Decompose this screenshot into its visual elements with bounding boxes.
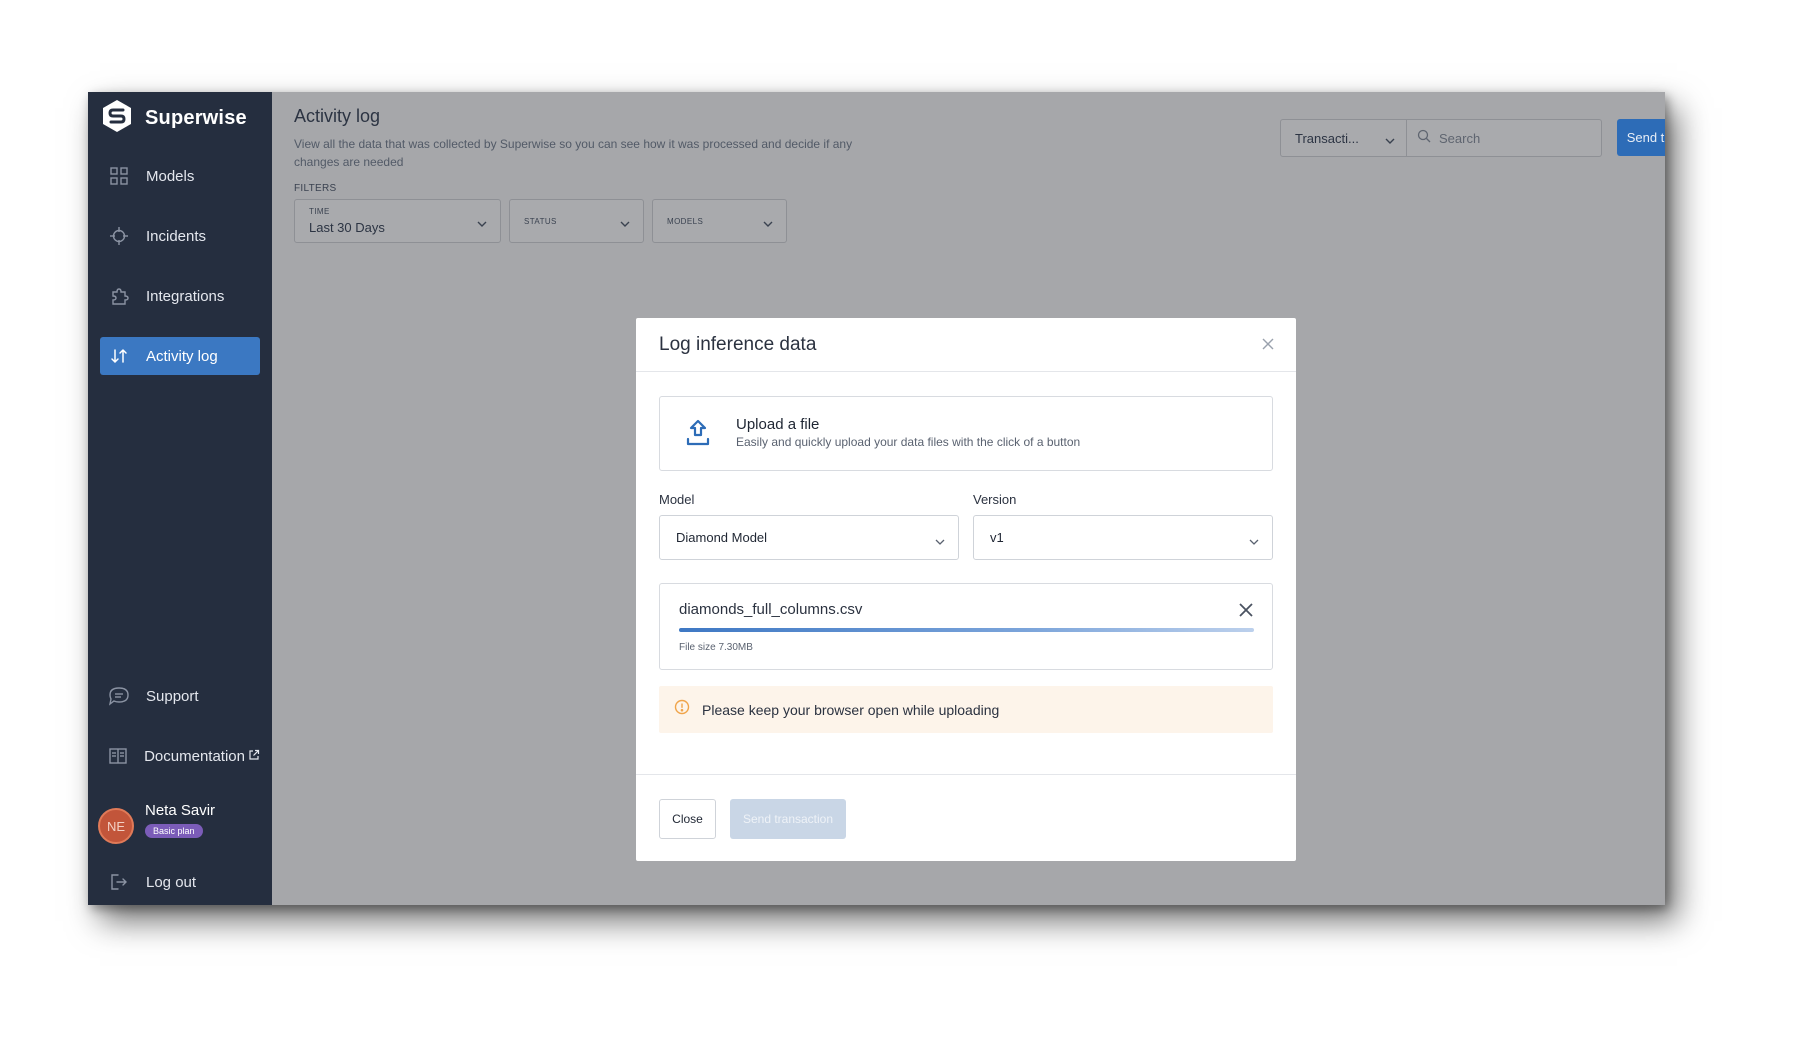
filter-models[interactable]: MODELS: [652, 199, 787, 243]
remove-file-icon[interactable]: [1238, 602, 1254, 618]
model-select[interactable]: Diamond Model: [659, 515, 959, 560]
file-name: diamonds_full_columns.csv: [679, 601, 863, 618]
logout-button[interactable]: Log out: [100, 863, 260, 901]
search-box: [1407, 119, 1602, 157]
sidebar-item-label: Models: [146, 167, 195, 185]
page-title: Activity log: [294, 106, 381, 126]
sidebar: Superwise Models Incidents Integrations …: [88, 92, 272, 905]
chevron-down-icon: [619, 215, 631, 233]
upload-warning: Please keep your browser open while uplo…: [659, 686, 1273, 733]
sidebar-item-label: Incidents: [146, 227, 207, 245]
sidebar-item-label: Activity log: [146, 347, 218, 365]
grid-icon: [108, 165, 130, 187]
chevron-down-icon: [476, 215, 488, 233]
close-button[interactable]: Close: [659, 799, 716, 839]
model-select-value: Diamond Model: [676, 530, 768, 545]
plan-badge: Basic plan: [145, 824, 203, 838]
filter-value: Last 30 Days: [309, 220, 385, 235]
sidebar-item-models[interactable]: Models: [100, 157, 260, 195]
logout-label: Log out: [146, 873, 197, 891]
filters-label: FILTERS: [294, 183, 337, 194]
crosshair-icon: [108, 225, 130, 247]
user-info: Neta Savir Basic plan: [145, 800, 215, 839]
filter-status[interactable]: STATUS: [509, 199, 644, 243]
type-select[interactable]: Transacti...: [1280, 119, 1407, 157]
send-transaction-button[interactable]: Send transaction: [1617, 119, 1665, 156]
filter-caption: MODELS: [667, 217, 704, 226]
modal-title: Log inference data: [659, 334, 817, 355]
close-icon[interactable]: [1260, 336, 1276, 352]
sidebar-item-label: Documentation: [144, 748, 260, 765]
chat-icon: [108, 685, 130, 707]
sidebar-item-label: Integrations: [146, 287, 225, 305]
sidebar-item-label: Support: [146, 687, 199, 705]
search-input[interactable]: [1439, 130, 1589, 146]
sidebar-item-documentation[interactable]: Documentation: [100, 737, 260, 775]
documentation-label: Documentation: [144, 747, 245, 765]
log-inference-modal: Log inference data Upload a file Easily …: [636, 318, 1296, 861]
upload-icon: [685, 417, 711, 454]
warning-text: Please keep your browser open while uplo…: [702, 701, 1000, 718]
chevron-down-icon: [934, 534, 946, 549]
version-select-value: v1: [990, 530, 1004, 545]
upload-progress-fill: [679, 628, 1254, 632]
filter-caption: TIME: [309, 207, 330, 216]
user-profile[interactable]: NE Neta Savir Basic plan: [98, 800, 215, 844]
version-label: Version: [973, 492, 1017, 507]
superwise-logo-icon: [101, 99, 133, 138]
upload-progress-bar: [679, 628, 1254, 632]
swap-arrows-icon: [108, 345, 130, 367]
type-select-value: Transacti...: [1295, 130, 1359, 146]
filter-time[interactable]: TIME Last 30 Days: [294, 199, 501, 243]
version-select[interactable]: v1: [973, 515, 1273, 560]
chevron-down-icon: [1384, 133, 1396, 148]
book-icon: [108, 745, 128, 767]
sidebar-item-support[interactable]: Support: [100, 677, 260, 715]
filter-caption: STATUS: [524, 217, 557, 226]
upload-title: Upload a file: [736, 416, 820, 433]
brand[interactable]: Superwise: [101, 98, 247, 138]
user-name: Neta Savir: [145, 802, 216, 819]
chevron-down-icon: [762, 215, 774, 233]
app-window: Superwise Models Incidents Integrations …: [88, 92, 1665, 905]
page-description: View all the data that was collected by …: [294, 137, 853, 169]
file-size: File size 7.30MB: [679, 642, 753, 653]
logout-icon: [108, 871, 130, 893]
send-transaction-disabled-button[interactable]: Send transaction: [730, 799, 846, 839]
external-link-icon: [248, 748, 260, 765]
modal-header: Log inference data: [636, 318, 1296, 372]
search-icon: [1417, 129, 1431, 148]
model-label: Model: [659, 492, 695, 507]
upload-subtitle: Easily and quickly upload your data file…: [736, 435, 1081, 449]
brand-name: Superwise: [145, 106, 247, 129]
upload-file-card[interactable]: Upload a file Easily and quickly upload …: [659, 396, 1273, 471]
sidebar-item-integrations[interactable]: Integrations: [100, 277, 260, 315]
puzzle-icon: [108, 285, 130, 307]
sidebar-item-activity-log[interactable]: Activity log: [100, 337, 260, 375]
sidebar-item-incidents[interactable]: Incidents: [100, 217, 260, 255]
uploaded-file-card: diamonds_full_columns.csv File size 7.30…: [659, 583, 1273, 670]
avatar: NE: [98, 808, 134, 844]
chevron-down-icon: [1248, 534, 1260, 549]
modal-footer: Close Send transaction: [636, 774, 1296, 861]
warning-icon: [674, 699, 690, 720]
